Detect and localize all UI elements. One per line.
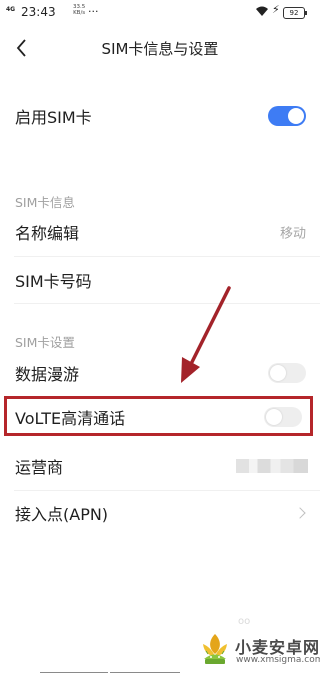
carrier-value-blurred xyxy=(236,459,308,473)
data-roaming-row[interactable]: 数据漫游 xyxy=(0,351,320,395)
name-edit-row[interactable]: 名称编辑 移动 xyxy=(0,210,320,254)
data-roaming-toggle[interactable] xyxy=(268,363,306,383)
name-edit-label: 名称编辑 xyxy=(15,224,80,243)
more-notifications-icon: ··· xyxy=(88,5,99,18)
network-speed-unit: KB/s xyxy=(73,10,86,16)
enable-sim-toggle[interactable] xyxy=(268,106,306,126)
nav-indicator[interactable] xyxy=(40,671,108,673)
enable-sim-label: 启用SIM卡 xyxy=(15,108,92,127)
header: SIM卡信息与设置 xyxy=(0,30,320,66)
sim-settings-section-title: SIM卡设置 xyxy=(15,335,75,350)
apn-row[interactable]: 接入点(APN) xyxy=(0,491,320,535)
carrier-label: 运营商 xyxy=(15,458,64,477)
toggle-knob xyxy=(288,108,304,124)
divider xyxy=(14,303,320,304)
status-bar: 4G 23:43 33.5 KB/s ··· ⚡ 92 xyxy=(0,0,320,26)
apn-label: 接入点(APN) xyxy=(15,505,109,524)
toggle-knob xyxy=(270,365,286,381)
enable-sim-row[interactable]: 启用SIM卡 xyxy=(0,94,320,138)
navigation-bar xyxy=(0,669,320,675)
android-logo-icon xyxy=(203,634,227,664)
signal-indicator: 4G xyxy=(6,6,16,13)
wifi-icon xyxy=(256,6,268,16)
sim-number-row[interactable]: SIM卡号码 xyxy=(0,258,320,302)
status-time: 23:43 xyxy=(21,5,56,19)
divider xyxy=(14,256,320,257)
data-roaming-label: 数据漫游 xyxy=(15,365,80,384)
faint-mark: oo xyxy=(238,616,251,627)
nav-indicator[interactable] xyxy=(110,671,180,673)
watermark-url: www.xmsigma.com xyxy=(236,655,320,665)
name-edit-value: 移动 xyxy=(279,226,306,242)
network-speed: 33.5 KB/s xyxy=(73,4,85,16)
chevron-right-icon xyxy=(294,507,306,519)
charging-icon: ⚡ xyxy=(272,3,280,16)
highlight-box xyxy=(4,396,313,436)
sim-info-section-title: SIM卡信息 xyxy=(15,195,75,210)
carrier-row[interactable]: 运营商 xyxy=(0,444,320,488)
sim-number-label: SIM卡号码 xyxy=(15,272,92,291)
battery-icon: 92 xyxy=(283,7,307,19)
page-title: SIM卡信息与设置 xyxy=(101,40,219,58)
